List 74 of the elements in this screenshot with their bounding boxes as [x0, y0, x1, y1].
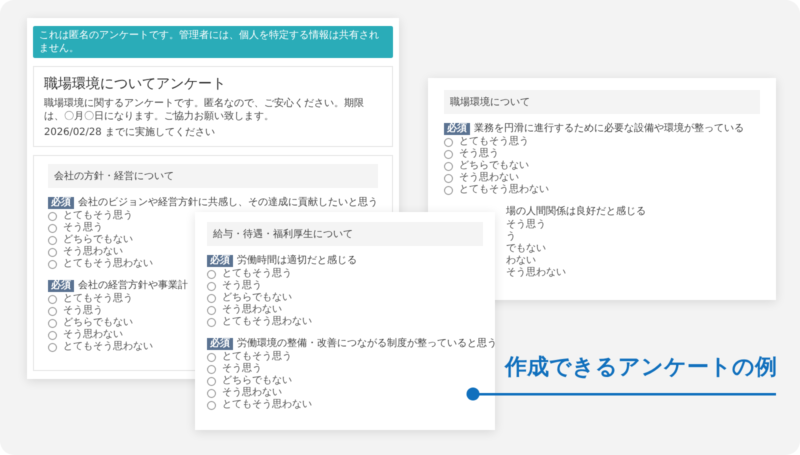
- notice-banner: これは匿名のアンケートです。管理者には、個人を特定する情報は共有されません。: [33, 26, 393, 58]
- option-label: そう思う: [63, 305, 103, 317]
- caption-heading: 作成できるアンケートの例: [505, 354, 777, 382]
- section-heading: 会社の方針・経営について: [48, 164, 378, 188]
- option-label: そう思わない: [63, 329, 123, 341]
- radio-button[interactable]: [48, 330, 57, 340]
- option-label: そう思わない: [63, 246, 123, 258]
- radio-button[interactable]: [444, 138, 453, 146]
- radio-button[interactable]: [207, 318, 216, 326]
- radio-button[interactable]: [207, 352, 216, 362]
- radio-button[interactable]: [48, 318, 57, 328]
- radio-button[interactable]: [207, 376, 216, 386]
- option-label: とてもそう思わない: [63, 258, 153, 270]
- radio-button[interactable]: [207, 364, 216, 374]
- option-label: う: [506, 231, 516, 243]
- required-badge: 必須: [48, 280, 74, 292]
- option-label: どちらでもない: [63, 234, 133, 246]
- radio-button[interactable]: [207, 388, 216, 398]
- survey-title: 職場環境についてアンケート: [44, 75, 227, 94]
- option-label: とてもそう思わない: [222, 399, 312, 411]
- radio-button[interactable]: [48, 212, 57, 220]
- radio-button[interactable]: [207, 270, 216, 278]
- option-label: とてもそう思う: [459, 136, 529, 148]
- radio-button[interactable]: [48, 306, 57, 316]
- question-text: 会社のビジョンや経営方針に共感し、その達成に貢献したいと思う: [78, 196, 378, 209]
- radio-button[interactable]: [444, 150, 453, 158]
- radio-button[interactable]: [48, 224, 57, 232]
- required-badge: 必須: [444, 122, 470, 134]
- option-label: とてもそう思う: [63, 210, 133, 222]
- option-label: そう思わない: [222, 304, 282, 316]
- option-label: とてもそう思う: [63, 293, 133, 305]
- option-label: そう思う: [222, 280, 262, 292]
- radio-button[interactable]: [207, 306, 216, 314]
- option-label: わない: [506, 255, 536, 267]
- section-heading: 給与・待遇・福利厚生について: [207, 222, 483, 246]
- option-label: そう思う: [506, 219, 546, 231]
- option-label: そう思わない: [459, 172, 519, 184]
- deadline-text: 2026/02/28 までに実施してください: [44, 126, 216, 139]
- option-label: とてもそう思わない: [459, 184, 549, 196]
- option-label: とてもそう思う: [222, 268, 292, 280]
- option-label: そう思う: [459, 148, 499, 160]
- radio-button[interactable]: [48, 294, 57, 304]
- option-label: どちらでもない: [222, 292, 292, 304]
- option-label: とてもそう思わない: [222, 316, 312, 328]
- option-label: どちらでもない: [459, 160, 529, 172]
- option-label: そう思わない: [222, 387, 282, 399]
- radio-button[interactable]: [444, 174, 453, 182]
- required-badge: 必須: [207, 254, 233, 266]
- option-label: どちらでもない: [222, 375, 292, 387]
- required-badge: 必須: [207, 338, 233, 350]
- radio-button[interactable]: [207, 400, 216, 410]
- radio-button[interactable]: [48, 342, 57, 352]
- question-text: 場の人間関係は良好だと感じる: [506, 205, 646, 218]
- required-badge: 必須: [48, 196, 74, 208]
- option-label: どちらでもない: [63, 317, 133, 329]
- question-text: 業務を円滑に進行するために必要な設備や環境が整っている: [474, 122, 744, 135]
- question-text: 労働環境の整備・改善につながる制度が整っていると思う: [237, 337, 497, 350]
- radio-button[interactable]: [444, 162, 453, 170]
- question-text: 労働時間は適切だと感じる: [237, 254, 357, 267]
- option-label: そう思う: [222, 363, 262, 375]
- radio-button[interactable]: [207, 294, 216, 302]
- option-label: そう思わない: [506, 267, 566, 279]
- question-text: 会社の経営方針や事業計: [78, 279, 188, 292]
- radio-button[interactable]: [48, 236, 57, 244]
- survey-description: 職場環境に関するアンケートです。匿名なので、ご安心ください。期限は、〇月〇日になります。ご協力お願い致します。: [44, 97, 365, 123]
- section-heading: 職場環境について: [444, 90, 760, 114]
- option-label: とてもそう思う: [222, 351, 292, 363]
- radio-button[interactable]: [207, 282, 216, 290]
- radio-button[interactable]: [48, 260, 57, 268]
- option-label: そう思う: [63, 222, 103, 234]
- option-label: でもない: [506, 243, 546, 255]
- radio-button[interactable]: [48, 248, 57, 256]
- radio-button[interactable]: [444, 186, 453, 194]
- option-label: とてもそう思わない: [63, 341, 153, 353]
